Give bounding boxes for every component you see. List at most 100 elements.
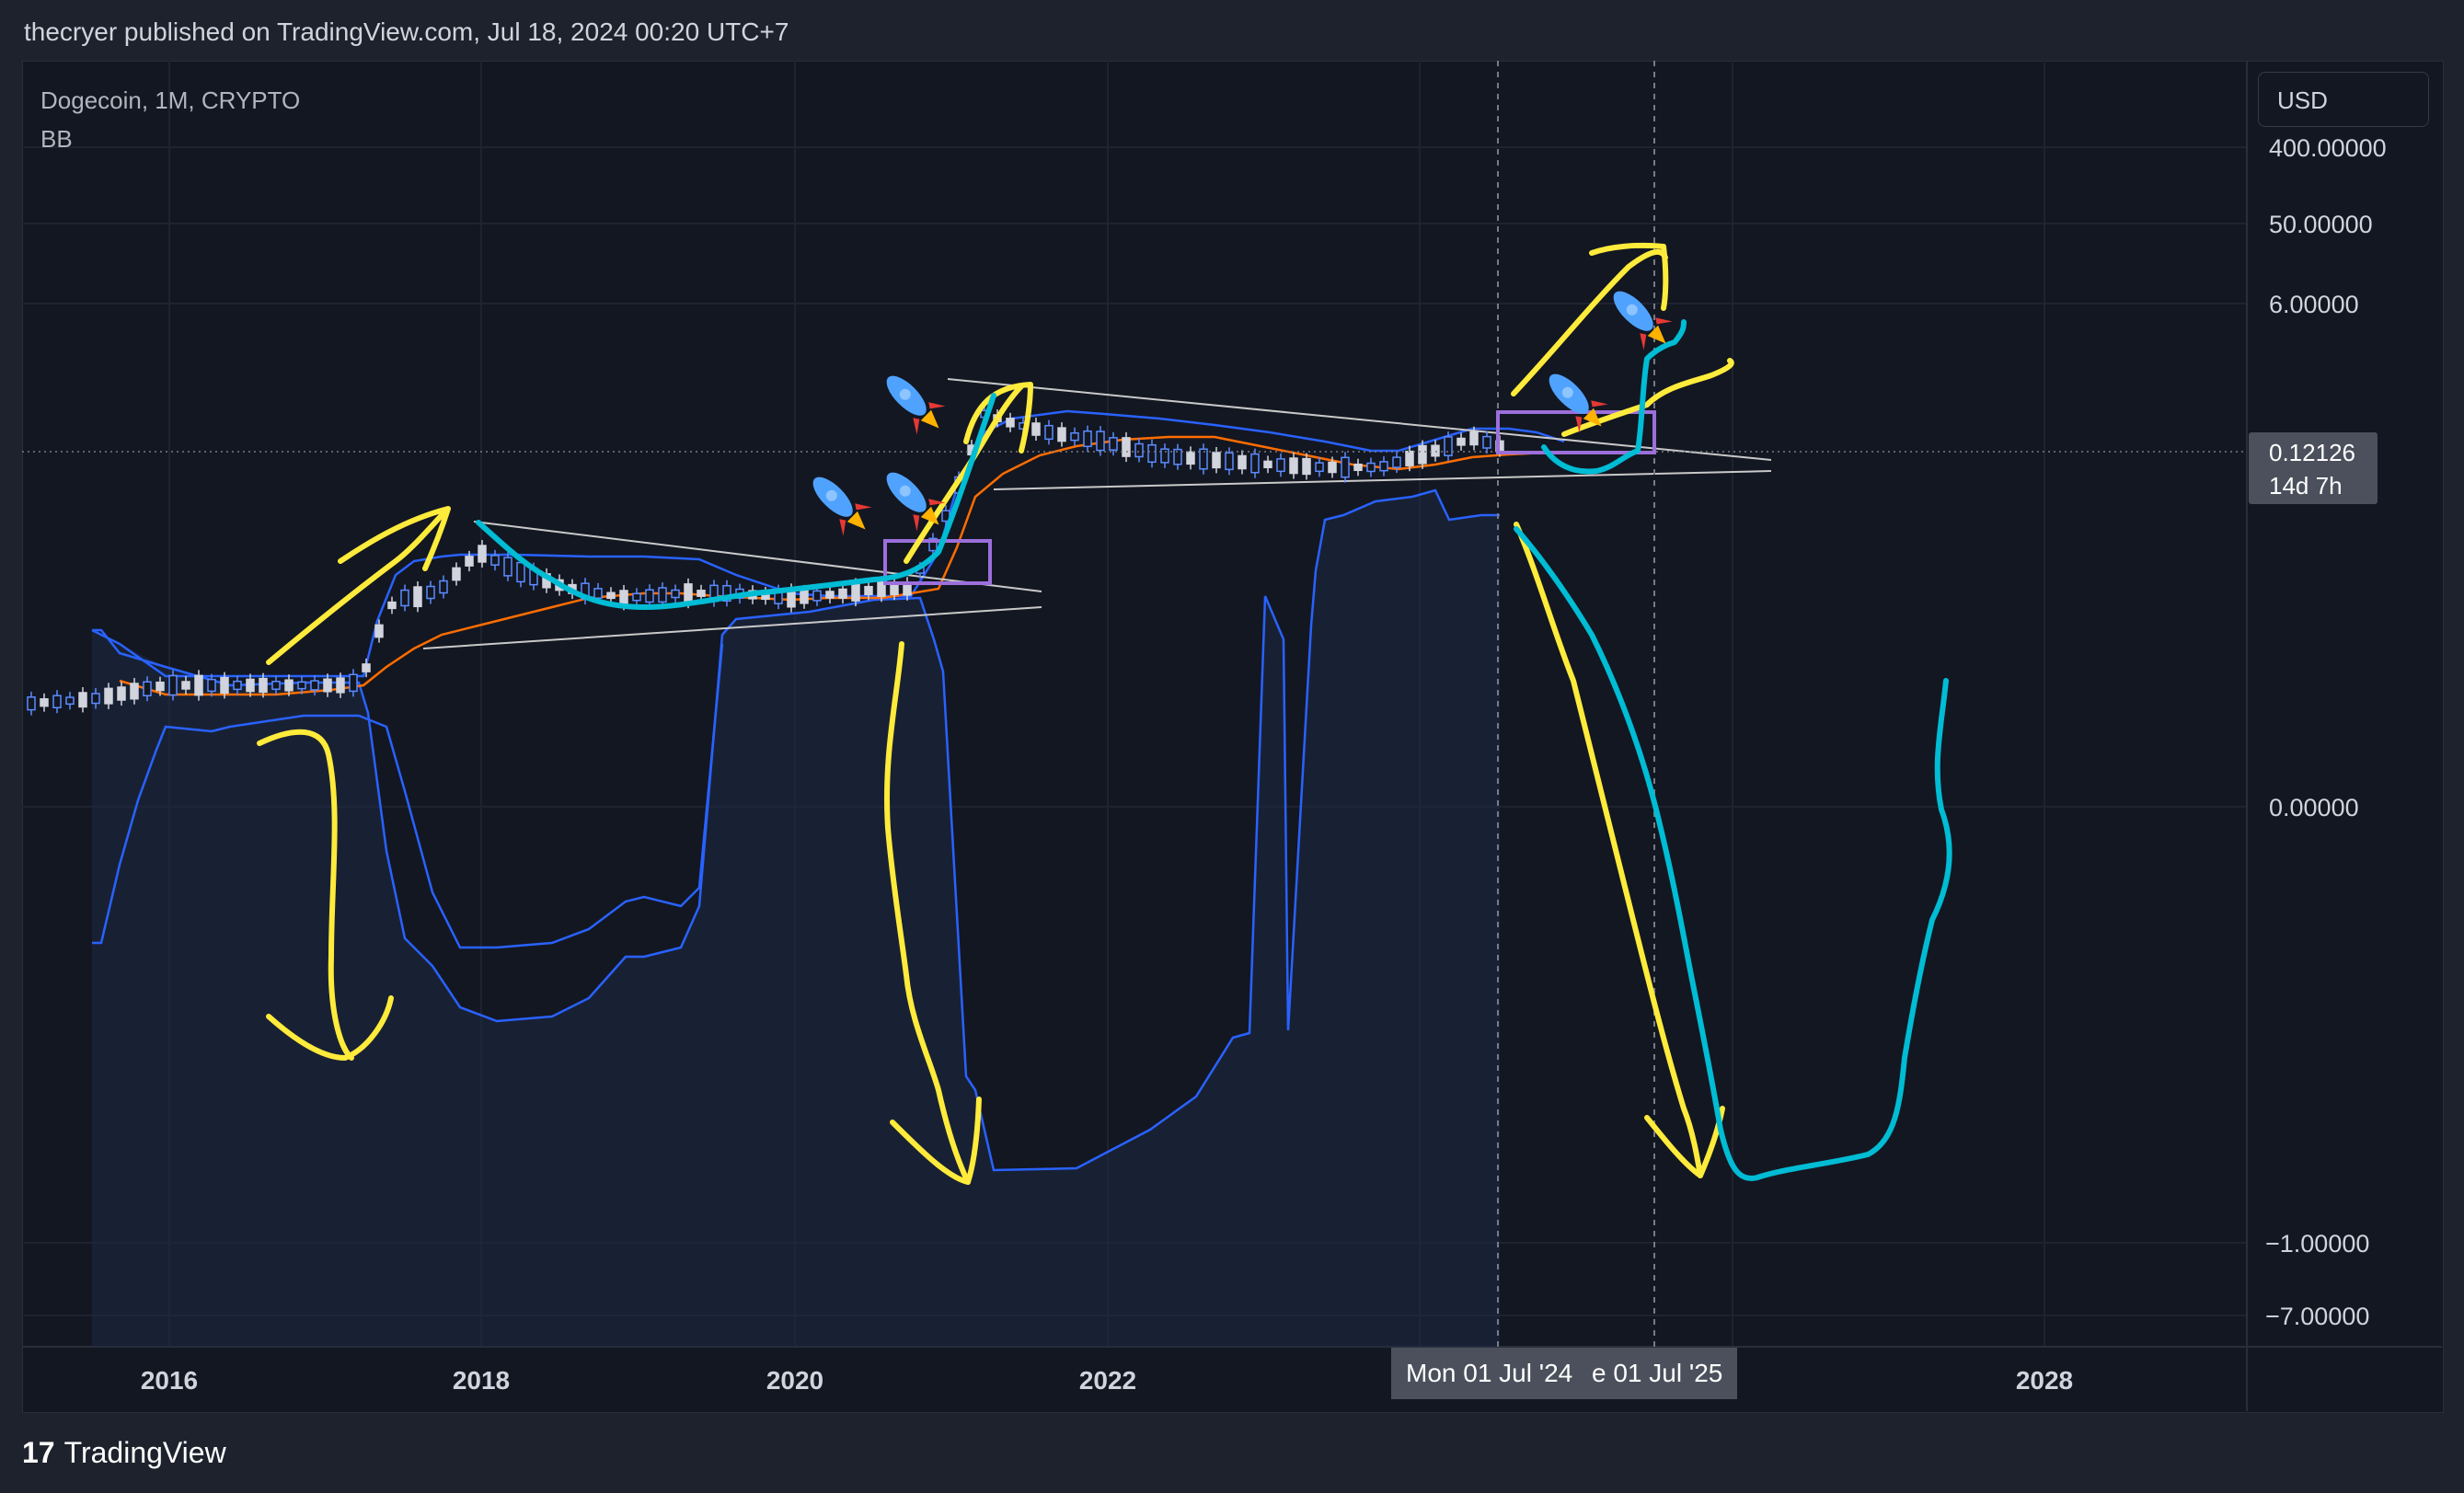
candle-body bbox=[233, 680, 242, 691]
candle-body bbox=[1328, 461, 1337, 474]
y-tick-label: 400.00000 bbox=[2269, 134, 2387, 162]
candle-body bbox=[1250, 453, 1260, 474]
candle-body bbox=[246, 678, 255, 693]
candle-body bbox=[1147, 443, 1157, 464]
crosshair-date-label: Mon 01 Jul '24 bbox=[1391, 1348, 1588, 1399]
candle-body bbox=[1302, 457, 1311, 476]
indicator-label[interactable]: BB bbox=[40, 120, 300, 158]
candle-body bbox=[684, 583, 693, 603]
x-axis-labels: 2016 2018 2020 2022 2028 bbox=[141, 1366, 2073, 1395]
candle-body bbox=[838, 588, 847, 599]
candle-body bbox=[619, 590, 628, 606]
candle-body bbox=[671, 589, 680, 599]
candle-body bbox=[1444, 436, 1453, 457]
candle-body bbox=[426, 585, 435, 600]
candle-body bbox=[1418, 444, 1427, 465]
chart-svg: 400.00000 50.00000 6.00000 0.00000 −1.00… bbox=[22, 61, 2442, 1411]
candle-body bbox=[593, 588, 603, 599]
candle-body bbox=[1469, 431, 1479, 446]
last-price-label: 0.12126 14d 7h bbox=[2249, 432, 2378, 504]
candle-body bbox=[1457, 437, 1466, 446]
candle-body bbox=[1405, 450, 1414, 466]
candle-body bbox=[181, 681, 190, 690]
candle-body bbox=[478, 545, 487, 563]
candle-body bbox=[1096, 431, 1105, 452]
y-tick-label: −1.00000 bbox=[2265, 1230, 2369, 1258]
x-tick-label: 2022 bbox=[1079, 1366, 1136, 1395]
bb-fill-area bbox=[92, 490, 1500, 1347]
candle-body bbox=[864, 585, 873, 596]
candle-body bbox=[1122, 437, 1131, 457]
candle-body bbox=[349, 673, 358, 693]
candle-body bbox=[40, 698, 49, 707]
candle-body bbox=[259, 677, 268, 694]
candle-body bbox=[645, 589, 654, 603]
footer: 17 TradingView bbox=[22, 1431, 226, 1474]
candle-body bbox=[271, 681, 281, 690]
candle-body bbox=[503, 557, 512, 577]
symbol-title[interactable]: Dogecoin, 1M, CRYPTO bbox=[40, 81, 300, 120]
candle-body bbox=[1276, 458, 1285, 473]
candle-body bbox=[1109, 437, 1118, 451]
candle-body bbox=[130, 683, 139, 700]
y-axis-labels: 400.00000 50.00000 6.00000 0.00000 −1.00… bbox=[2265, 134, 2387, 1330]
candle-body bbox=[52, 695, 62, 709]
candle-body bbox=[1006, 418, 1015, 428]
y-tick-label: 0.00000 bbox=[2269, 794, 2359, 821]
candle-body bbox=[220, 676, 229, 695]
candle-body bbox=[143, 681, 152, 696]
candle-body bbox=[336, 677, 345, 694]
candle-body bbox=[1083, 430, 1092, 448]
candle-body bbox=[362, 663, 371, 672]
candle-body bbox=[800, 590, 809, 604]
candle-body bbox=[1315, 462, 1324, 473]
candle-body bbox=[452, 567, 461, 581]
last-price-value: 0.12126 bbox=[2269, 439, 2355, 466]
candle-body bbox=[194, 674, 203, 696]
candle-body bbox=[658, 587, 667, 603]
candle-body bbox=[168, 674, 178, 696]
candle-body bbox=[1212, 452, 1221, 469]
candle-body bbox=[825, 591, 835, 599]
candle-body bbox=[1482, 435, 1491, 449]
candle-body bbox=[1431, 444, 1440, 457]
candle-body bbox=[310, 680, 319, 691]
y-tick-label: 50.00000 bbox=[2269, 211, 2373, 238]
candle-body bbox=[632, 592, 641, 602]
x-tick-label: 2028 bbox=[2016, 1366, 2073, 1395]
y-tick-label: −7.00000 bbox=[2265, 1303, 2369, 1330]
candle-body bbox=[297, 681, 306, 690]
candle-body bbox=[374, 624, 384, 638]
candle-body bbox=[439, 580, 448, 594]
rocket-icon bbox=[812, 477, 872, 536]
candle-body bbox=[490, 555, 500, 566]
x-tick-label: 2016 bbox=[141, 1366, 198, 1395]
candle-body bbox=[606, 591, 616, 600]
x-tick-label: 2020 bbox=[766, 1366, 823, 1395]
candle-body bbox=[465, 556, 474, 567]
tradingview-logo-icon[interactable]: 17 bbox=[22, 1436, 55, 1470]
candle-body bbox=[1263, 460, 1272, 468]
candle-body bbox=[65, 696, 75, 706]
candle-body bbox=[117, 686, 126, 701]
candle-body bbox=[1031, 422, 1041, 436]
candle-body bbox=[91, 693, 100, 705]
candle-body bbox=[1225, 452, 1234, 471]
candle-body bbox=[697, 590, 706, 597]
candle-body bbox=[207, 678, 216, 693]
candle-body bbox=[1070, 431, 1079, 442]
candle-body bbox=[812, 590, 822, 602]
candle-body bbox=[1057, 427, 1066, 442]
currency-selector[interactable]: USD bbox=[2258, 72, 2429, 127]
candle-body bbox=[1044, 424, 1054, 441]
candle-body bbox=[387, 601, 397, 610]
candle-body bbox=[323, 678, 332, 693]
candle-body bbox=[1379, 461, 1388, 472]
candle-body bbox=[413, 586, 422, 608]
candle-body bbox=[1186, 451, 1195, 465]
candle-body bbox=[516, 561, 525, 583]
candle-body bbox=[1392, 456, 1401, 468]
brand-name[interactable]: TradingView bbox=[64, 1436, 226, 1470]
candle-body bbox=[27, 696, 36, 711]
candle-body bbox=[155, 681, 165, 692]
